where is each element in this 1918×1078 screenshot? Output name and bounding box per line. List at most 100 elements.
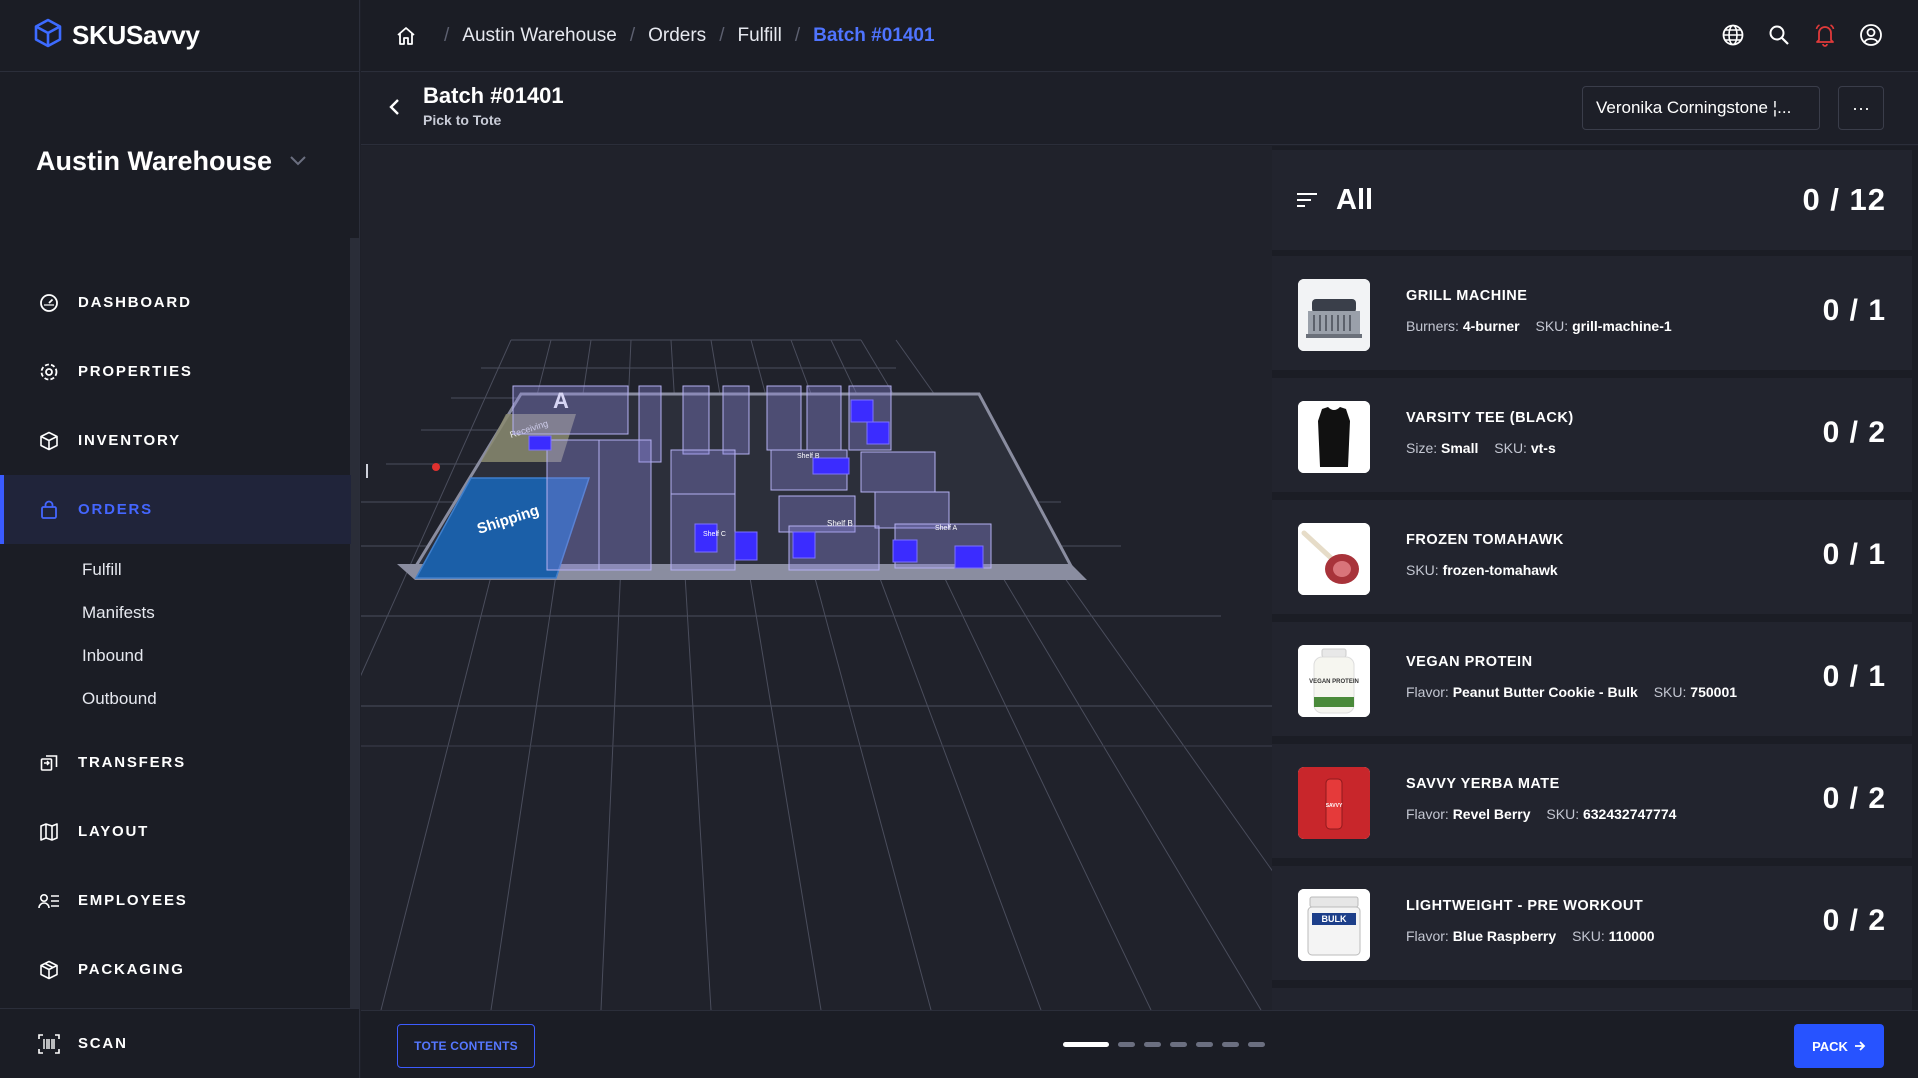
filter-label[interactable]: All xyxy=(1336,184,1373,217)
assignee-select[interactable]: Veronika Corningstone ¦... xyxy=(1582,86,1820,130)
pick-location[interactable] xyxy=(694,523,718,553)
warehouse-name: Austin Warehouse xyxy=(36,146,273,176)
item-name: VARSITY TEE (BLACK) xyxy=(1406,410,1574,426)
bulk-label-text: BULK xyxy=(1322,914,1347,924)
pick-item[interactable]: FROZEN TOMAHAWK SKU: frozen-tomahawk 0 /… xyxy=(1272,500,1912,614)
pick-location[interactable] xyxy=(528,435,552,451)
subnav-item-inbound[interactable]: Inbound xyxy=(0,634,351,677)
more-options-button[interactable]: ··· xyxy=(1838,86,1884,130)
back-arrow-icon[interactable] xyxy=(387,97,401,122)
sidebar-item-properties[interactable]: PROPERTIES xyxy=(0,337,351,406)
bell-alert-icon[interactable] xyxy=(1812,22,1838,48)
bag-icon xyxy=(38,499,60,521)
shelf-unit[interactable] xyxy=(874,491,950,529)
filter-icon[interactable] xyxy=(1296,191,1318,209)
pick-location[interactable] xyxy=(866,421,890,445)
brand[interactable]: SKUSavvy xyxy=(0,0,359,72)
pick-item[interactable]: GRILL MACHINE Burners: 4-burner SKU: gri… xyxy=(1272,256,1912,370)
pick-location[interactable] xyxy=(954,545,984,569)
pagination-dots[interactable] xyxy=(1063,1042,1265,1047)
attr-value: 110000 xyxy=(1608,928,1655,944)
map-canvas[interactable]: Receiving Shipping A Shelf C Shelf B She… xyxy=(361,146,1272,1010)
pick-location[interactable] xyxy=(792,531,816,559)
warehouse-switcher[interactable]: Austin Warehouse xyxy=(36,146,306,177)
shelf-unit[interactable] xyxy=(670,449,736,495)
item-name: GRILL MACHINE xyxy=(1406,288,1528,304)
tote-contents-button[interactable]: TOTE CONTENTS xyxy=(397,1024,535,1068)
sidebar-item-label: ORDERS xyxy=(78,501,153,518)
item-pick-count: 0 / 1 xyxy=(1822,538,1886,571)
sidebar-item-label: PROPERTIES xyxy=(78,363,193,380)
product-thumbnail-tee xyxy=(1298,401,1370,473)
sidebar-item-orders[interactable]: ORDERS xyxy=(0,475,351,544)
sidebar-scrollbar[interactable] xyxy=(350,238,359,1008)
sidebar-item-inventory[interactable]: INVENTORY xyxy=(0,406,351,475)
shelf-unit[interactable] xyxy=(546,439,600,571)
shelf-label: Shelf A xyxy=(935,525,958,532)
search-icon[interactable] xyxy=(1766,22,1792,48)
subnav-item-outbound[interactable]: Outbound xyxy=(0,677,351,720)
pick-location[interactable] xyxy=(850,399,874,423)
map-handle[interactable] xyxy=(366,464,368,478)
pick-item[interactable] xyxy=(1272,988,1912,1010)
top-icons xyxy=(1720,22,1884,48)
sidebar-item-layout[interactable]: LAYOUT xyxy=(0,797,351,866)
user-account-icon[interactable] xyxy=(1858,22,1884,48)
orders-subnav: Fulfill Manifests Inbound Outbound xyxy=(0,544,351,728)
pick-location[interactable] xyxy=(734,531,758,561)
shelf-unit[interactable] xyxy=(512,385,629,435)
map-icon xyxy=(38,821,60,843)
subnav-item-manifests[interactable]: Manifests xyxy=(0,591,351,634)
attr-value: Peanut Butter Cookie - Bulk xyxy=(1452,684,1638,700)
subnav-item-fulfill[interactable]: Fulfill xyxy=(0,548,351,591)
shelf-unit[interactable] xyxy=(806,385,842,451)
attr-key: Flavor: xyxy=(1406,928,1449,944)
pagination-dot[interactable] xyxy=(1248,1042,1265,1047)
shelf-unit[interactable] xyxy=(682,385,710,455)
attr-value: vt-s xyxy=(1530,440,1556,456)
pagination-dot[interactable] xyxy=(1144,1042,1161,1047)
brand-name: SKUSavvy xyxy=(72,20,200,50)
breadcrumb-orders[interactable]: Orders xyxy=(648,25,706,47)
item-name: SAVVY YERBA MATE xyxy=(1406,776,1560,792)
box-icon xyxy=(38,430,60,452)
pick-location[interactable] xyxy=(812,457,850,475)
pick-item[interactable]: BULK LIGHTWEIGHT - PRE WORKOUT Flavor: B… xyxy=(1272,866,1912,980)
shelf-unit[interactable] xyxy=(598,439,652,571)
pagination-dot[interactable] xyxy=(1222,1042,1239,1047)
breadcrumb-warehouse[interactable]: Austin Warehouse xyxy=(462,25,617,47)
breadcrumb-current: Batch #01401 xyxy=(813,24,935,46)
pack-button[interactable]: PACK xyxy=(1794,1024,1884,1068)
sidebar-item-transfers[interactable]: TRANSFERS xyxy=(0,728,351,797)
current-location-marker xyxy=(432,463,440,471)
home-icon[interactable] xyxy=(395,25,417,47)
pick-item[interactable]: VEGAN PROTEIN VEGAN PROTEIN Flavor: Pean… xyxy=(1272,622,1912,736)
breadcrumb-separator: / xyxy=(719,24,725,46)
pagination-dot[interactable] xyxy=(1063,1042,1109,1047)
warehouse-3d-map[interactable]: Receiving Shipping A Shelf C Shelf B She… xyxy=(361,146,1272,1010)
pick-item[interactable]: SAVVY SAVVY YERBA MATE Flavor: Revel Ber… xyxy=(1272,744,1912,858)
pagination-dot[interactable] xyxy=(1118,1042,1135,1047)
attr-value: 4-burner xyxy=(1462,318,1520,334)
logo-cube-icon xyxy=(34,18,62,53)
pagination-dot[interactable] xyxy=(1196,1042,1213,1047)
sidebar-item-packaging[interactable]: PACKAGING xyxy=(0,935,351,1004)
item-name: FROZEN TOMAHAWK xyxy=(1406,532,1564,548)
shelf-unit[interactable] xyxy=(722,385,750,455)
sidebar-item-label: EMPLOYEES xyxy=(78,892,188,909)
shelf-label: Shelf B xyxy=(797,453,820,460)
attr-key: Flavor: xyxy=(1406,684,1449,700)
scan-label: SCAN xyxy=(78,1035,128,1052)
item-name: LIGHTWEIGHT - PRE WORKOUT xyxy=(1406,898,1644,914)
shelf-unit[interactable] xyxy=(766,385,802,451)
pick-location[interactable] xyxy=(892,539,918,563)
shelf-unit[interactable] xyxy=(860,451,936,493)
pick-item[interactable]: VARSITY TEE (BLACK) Size: Small SKU: vt-… xyxy=(1272,378,1912,492)
scan-button[interactable]: SCAN xyxy=(0,1008,360,1078)
globe-icon[interactable] xyxy=(1720,22,1746,48)
item-pick-count: 0 / 2 xyxy=(1822,904,1886,937)
pagination-dot[interactable] xyxy=(1170,1042,1187,1047)
sidebar-item-dashboard[interactable]: DASHBOARD xyxy=(0,268,351,337)
sidebar-item-employees[interactable]: EMPLOYEES xyxy=(0,866,351,935)
breadcrumb-fulfill[interactable]: Fulfill xyxy=(737,25,781,47)
